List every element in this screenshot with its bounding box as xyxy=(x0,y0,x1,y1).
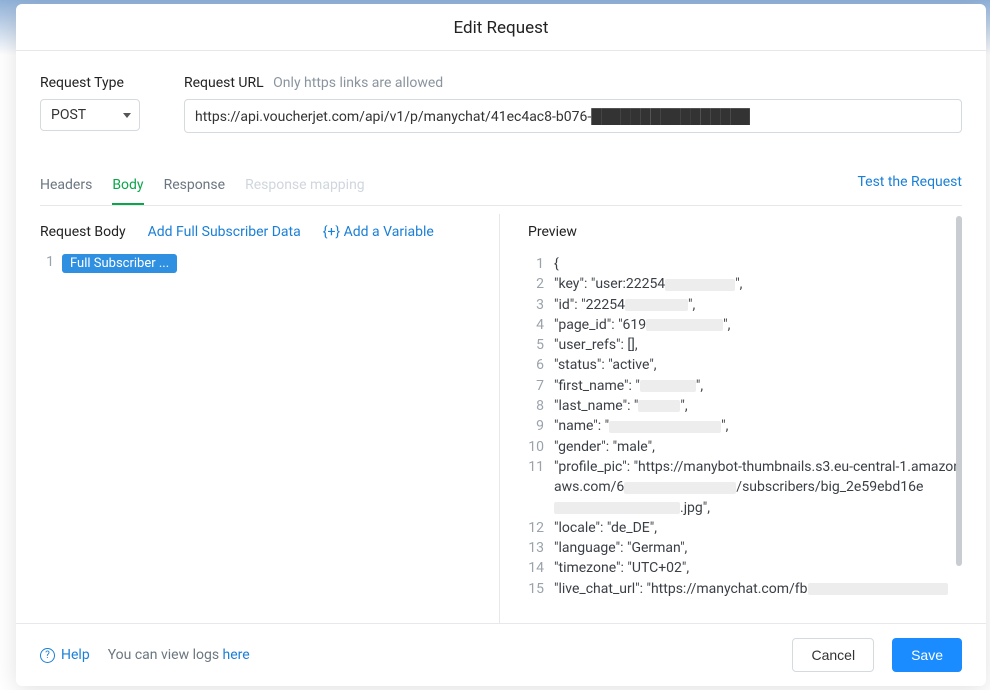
code-line-number: 15 xyxy=(528,579,554,599)
chevron-down-icon xyxy=(123,113,131,118)
code-line-text: "last_name": " ", xyxy=(554,396,962,416)
code-line-text: "locale": "de_DE", xyxy=(554,518,962,538)
redacted-span xyxy=(665,279,735,291)
code-line: 11 "profile_pic": "https://manybot-thumb… xyxy=(528,457,962,518)
code-line: 14 "timezone": "UTC+02", xyxy=(528,558,962,578)
code-line-text: "timezone": "UTC+02", xyxy=(554,558,962,578)
tabs-row: Headers Body Response Response mapping T… xyxy=(40,169,962,206)
logs-here-link[interactable]: here xyxy=(223,647,250,663)
code-line-number: 6 xyxy=(528,355,554,375)
code-line: 12 "locale": "de_DE", xyxy=(528,518,962,538)
field-inputs-row: POST xyxy=(40,99,962,133)
request-url-hint: Only https links are allowed xyxy=(273,75,443,91)
redacted-span xyxy=(624,482,736,494)
code-line-number: 9 xyxy=(528,416,554,436)
redacted-span xyxy=(625,299,688,311)
add-variable-link[interactable]: {+} Add a Variable xyxy=(323,224,434,240)
request-type-select[interactable]: POST xyxy=(40,99,140,131)
code-line: 13 "language": "German", xyxy=(528,538,962,558)
code-line-text: "live_chat_url": "https://manychat.com/f… xyxy=(554,579,962,599)
code-line-number: 13 xyxy=(528,538,554,558)
test-request-link[interactable]: Test the Request xyxy=(857,174,962,200)
redacted-span xyxy=(638,400,680,412)
tab-response-mapping: Response mapping xyxy=(245,169,365,205)
code-line-number: 12 xyxy=(528,518,554,538)
tab-headers[interactable]: Headers xyxy=(40,169,92,205)
body-editor[interactable]: 1 Full Subscriber ... xyxy=(40,254,499,273)
code-line-number: 3 xyxy=(528,295,554,315)
help-label: Help xyxy=(61,647,90,663)
code-line-text: "page_id": "619 ", xyxy=(554,315,962,335)
redacted-span xyxy=(554,502,680,514)
edit-request-modal: Edit Request Request Type Request URL On… xyxy=(16,4,986,686)
code-line-text: "status": "active", xyxy=(554,355,962,375)
redacted-span xyxy=(609,421,721,433)
add-subscriber-data-link[interactable]: Add Full Subscriber Data xyxy=(148,224,301,240)
code-line-number: 1 xyxy=(528,254,554,274)
code-line-text: { xyxy=(554,254,962,274)
preview-code[interactable]: 1{2 "key": "user:22254 ",3 "id": "22254 … xyxy=(528,254,962,604)
code-line-text: "user_refs": [], xyxy=(554,335,962,355)
code-line: 1{ xyxy=(528,254,962,274)
request-body-title: Request Body xyxy=(40,224,126,240)
scrollbar[interactable] xyxy=(956,216,962,566)
request-url-input[interactable] xyxy=(184,99,962,133)
request-body-pane: Request Body Add Full Subscriber Data {+… xyxy=(40,214,500,623)
code-line: 4 "page_id": "619 ", xyxy=(528,315,962,335)
request-type-value: POST xyxy=(51,107,86,123)
subscriber-data-pill[interactable]: Full Subscriber ... xyxy=(62,254,177,273)
body-line-number: 1 xyxy=(40,254,54,273)
tab-response[interactable]: Response xyxy=(164,169,226,205)
request-url-label: Request URL xyxy=(184,75,264,91)
code-line-number: 2 xyxy=(528,274,554,294)
code-line: 9 "name": " ", xyxy=(528,416,962,436)
modal-footer: ? Help You can view logs here Cancel Sav… xyxy=(16,623,986,686)
code-line-text: "key": "user:22254 ", xyxy=(554,274,962,294)
body-split: Request Body Add Full Subscriber Data {+… xyxy=(40,214,962,623)
modal-body: Request Type Request URL Only https link… xyxy=(16,51,986,623)
code-line: 3 "id": "22254 ", xyxy=(528,295,962,315)
save-button[interactable]: Save xyxy=(892,638,962,672)
logs-text: You can view logs here xyxy=(108,647,250,663)
code-line: 6 "status": "active", xyxy=(528,355,962,375)
request-type-label: Request Type xyxy=(40,75,124,91)
code-line-number: 7 xyxy=(528,376,554,396)
code-line-number: 10 xyxy=(528,437,554,457)
code-line: 15 "live_chat_url": "https://manychat.co… xyxy=(528,579,962,599)
code-line-number: 14 xyxy=(528,558,554,578)
cancel-button[interactable]: Cancel xyxy=(792,638,874,672)
code-line: 8 "last_name": " ", xyxy=(528,396,962,416)
preview-pane: Preview 1{2 "key": "user:22254 ",3 "id":… xyxy=(500,214,962,623)
code-line-number: 5 xyxy=(528,335,554,355)
modal-title: Edit Request xyxy=(16,4,986,51)
preview-title: Preview xyxy=(528,214,962,254)
code-line-text: "id": "22254 ", xyxy=(554,295,962,315)
tab-body[interactable]: Body xyxy=(112,169,143,205)
code-line-text: "gender": "male", xyxy=(554,437,962,457)
code-line-text: "name": " ", xyxy=(554,416,962,436)
redacted-span xyxy=(646,319,723,331)
code-line: 7 "first_name": " ", xyxy=(528,376,962,396)
code-line-number: 4 xyxy=(528,315,554,335)
help-link[interactable]: ? Help xyxy=(40,647,90,663)
code-line: 5 "user_refs": [], xyxy=(528,335,962,355)
redacted-span xyxy=(808,583,948,595)
code-line: 10 "gender": "male", xyxy=(528,437,962,457)
code-line-number: 11 xyxy=(528,457,554,518)
code-line-text: "language": "German", xyxy=(554,538,962,558)
redacted-span xyxy=(640,380,696,392)
code-line-text: "first_name": " ", xyxy=(554,376,962,396)
code-line: 2 "key": "user:22254 ", xyxy=(528,274,962,294)
code-line-text: "profile_pic": "https://manybot-thumbnai… xyxy=(554,457,962,518)
field-labels-row: Request Type Request URL Only https link… xyxy=(40,75,962,91)
help-icon: ? xyxy=(40,648,55,663)
code-line-number: 8 xyxy=(528,396,554,416)
